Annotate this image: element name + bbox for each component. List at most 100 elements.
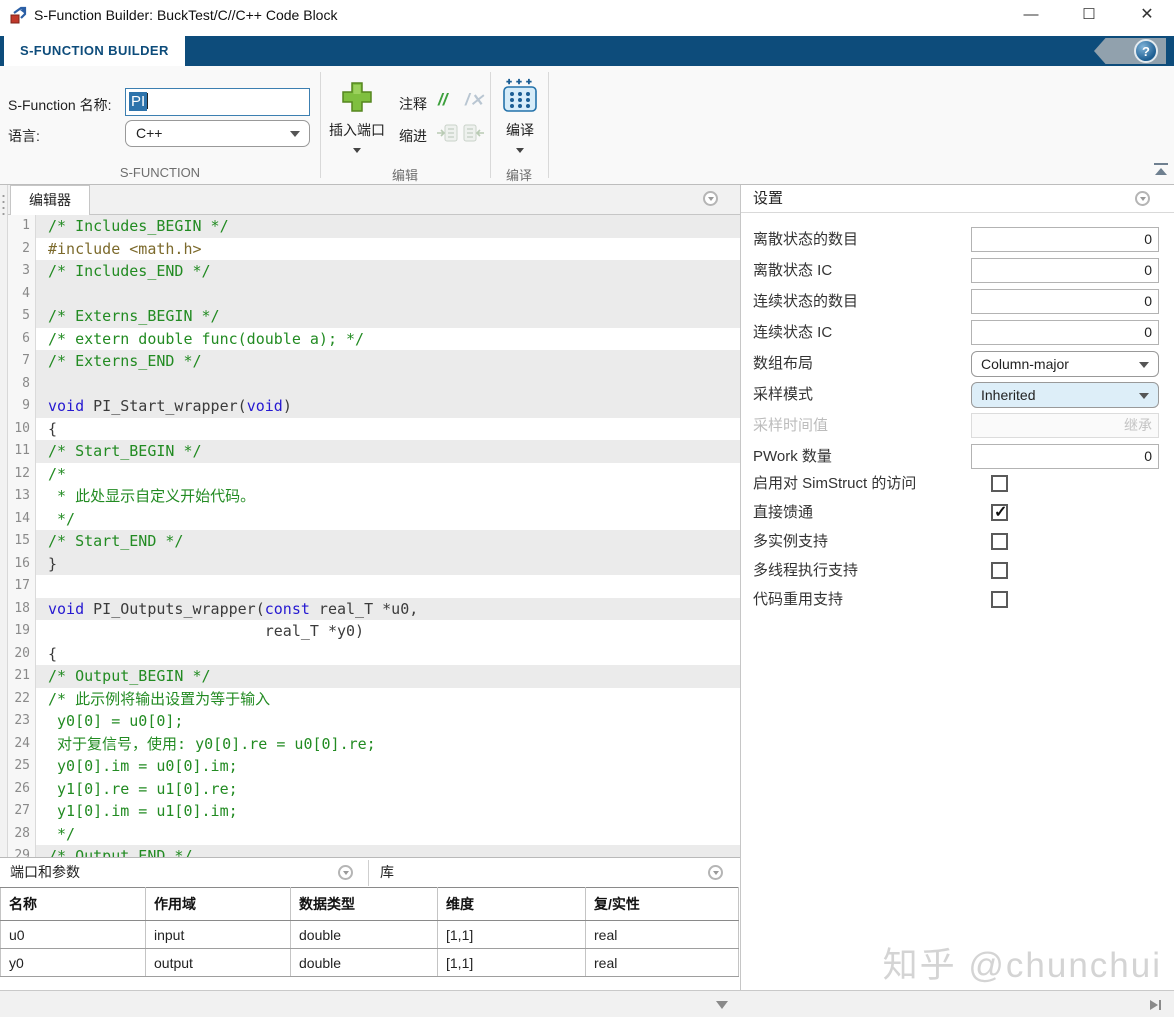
- table-cell[interactable]: u0: [1, 921, 146, 949]
- code-line[interactable]: 19 real_T *y0): [8, 620, 740, 643]
- code-line[interactable]: 22/* 此示例将输出设置为等于输入: [8, 688, 740, 711]
- collapse-settings-icon[interactable]: [1135, 191, 1150, 206]
- code-line[interactable]: 5/* Externs_BEGIN */: [8, 305, 740, 328]
- table-cell[interactable]: [1,1]: [438, 949, 586, 977]
- code-line[interactable]: 26 y1[0].re = u1[0].re;: [8, 778, 740, 801]
- table-cell[interactable]: real: [586, 949, 739, 977]
- table-column-header[interactable]: 数据类型: [291, 888, 438, 921]
- language-select[interactable]: C++: [125, 120, 310, 147]
- table-cell[interactable]: y0: [1, 949, 146, 977]
- setting-input[interactable]: 0: [971, 258, 1159, 283]
- code-line[interactable]: 4: [8, 283, 740, 306]
- setting-checkbox[interactable]: [991, 591, 1008, 608]
- collapse-library-icon[interactable]: [708, 865, 723, 880]
- setting-label: 连续状态的数目: [753, 289, 858, 314]
- table-column-header[interactable]: 名称: [1, 888, 146, 921]
- chevron-down-icon: [290, 131, 300, 137]
- table-column-header[interactable]: 维度: [438, 888, 586, 921]
- code-line[interactable]: 7/* Externs_END */: [8, 350, 740, 373]
- code-line[interactable]: 20{: [8, 643, 740, 666]
- scroll-down-icon[interactable]: [716, 1001, 728, 1009]
- setting-checkbox[interactable]: [991, 533, 1008, 550]
- panel-splitter[interactable]: [0, 185, 8, 857]
- code-line[interactable]: 15/* Start_END */: [8, 530, 740, 553]
- table-cell[interactable]: double: [291, 921, 438, 949]
- code-line[interactable]: 18void PI_Outputs_wrapper(const real_T *…: [8, 598, 740, 621]
- settings-row: PWork 数量0: [753, 444, 1167, 469]
- collapse-editor-icon[interactable]: [703, 191, 718, 206]
- table-column-header[interactable]: 复/实性: [586, 888, 739, 921]
- code-line[interactable]: 23 y0[0] = u0[0];: [8, 710, 740, 733]
- code-line[interactable]: 12/*: [8, 463, 740, 486]
- code-text: /* Includes_END */: [36, 260, 740, 283]
- code-line[interactable]: 1/* Includes_BEGIN */: [8, 215, 740, 238]
- line-number: 21: [8, 665, 36, 688]
- code-line[interactable]: 25 y0[0].im = u0[0].im;: [8, 755, 740, 778]
- comment-icon[interactable]: //: [438, 90, 447, 110]
- setting-label: 直接馈通: [753, 504, 813, 521]
- bottom-scroll-strip[interactable]: [0, 990, 1174, 1017]
- code-line[interactable]: 17: [8, 575, 740, 598]
- code-line[interactable]: 24 对于复信号，使用: y0[0].re = u0[0].re;: [8, 733, 740, 756]
- code-line[interactable]: 27 y1[0].im = u1[0].im;: [8, 800, 740, 823]
- comment-label: 注释: [399, 94, 427, 114]
- setting-input[interactable]: 0: [971, 227, 1159, 252]
- setting-select[interactable]: Column-major: [971, 351, 1159, 377]
- ports-table: 名称作用域数据类型维度复/实性 u0inputdouble[1,1]realy0…: [0, 887, 739, 977]
- minimize-button[interactable]: —: [1012, 0, 1050, 30]
- code-line[interactable]: 21/* Output_BEGIN */: [8, 665, 740, 688]
- language-value: C++: [136, 121, 162, 146]
- code-line[interactable]: 9void PI_Start_wrapper(void): [8, 395, 740, 418]
- tab-sfunction-builder[interactable]: S-FUNCTION BUILDER: [4, 36, 185, 66]
- code-line[interactable]: 29/* Output_END */: [8, 845, 740, 857]
- scroll-right-end-icon[interactable]: [1148, 999, 1164, 1011]
- code-line[interactable]: 11/* Start_BEGIN */: [8, 440, 740, 463]
- chevron-down-icon: [353, 148, 361, 153]
- insert-port-button[interactable]: 插入端口: [326, 76, 388, 172]
- line-number: 5: [8, 305, 36, 328]
- setting-label: 多实例支持: [753, 533, 828, 550]
- table-cell[interactable]: [1,1]: [438, 921, 586, 949]
- line-number: 14: [8, 508, 36, 531]
- help-button[interactable]: ?: [1134, 39, 1158, 63]
- close-button[interactable]: ✕: [1128, 0, 1166, 30]
- line-number: 4: [8, 283, 36, 306]
- build-button[interactable]: 编译: [494, 74, 546, 174]
- code-text: /* extern double func(double a); */: [36, 328, 740, 351]
- minimize-ribbon-icon[interactable]: [1152, 162, 1170, 178]
- code-line[interactable]: 13 * 此处显示自定义开始代码。: [8, 485, 740, 508]
- line-number: 27: [8, 800, 36, 823]
- table-column-header[interactable]: 作用域: [146, 888, 291, 921]
- code-text: /* Externs_END */: [36, 350, 740, 373]
- setting-input[interactable]: 0: [971, 444, 1159, 469]
- code-line[interactable]: 6/* extern double func(double a); */: [8, 328, 740, 351]
- collapse-ports-icon[interactable]: [338, 865, 353, 880]
- code-line[interactable]: 3/* Includes_END */: [8, 260, 740, 283]
- select-value: Column-major: [981, 352, 1069, 376]
- titlebar: S-Function Builder: BuckTest/C//C++ Code…: [0, 0, 1174, 30]
- table-row[interactable]: y0outputdouble[1,1]real: [1, 949, 739, 977]
- code-line[interactable]: 16}: [8, 553, 740, 576]
- setting-checkbox[interactable]: [991, 504, 1008, 521]
- code-editor[interactable]: 1/* Includes_BEGIN */2#include <math.h>3…: [8, 215, 740, 857]
- maximize-button[interactable]: ☐: [1070, 0, 1108, 30]
- code-line[interactable]: 10{: [8, 418, 740, 441]
- code-line[interactable]: 28 */: [8, 823, 740, 846]
- table-row[interactable]: u0inputdouble[1,1]real: [1, 921, 739, 949]
- setting-input[interactable]: 0: [971, 320, 1159, 345]
- tab-editor[interactable]: 编辑器: [10, 185, 90, 215]
- table-cell[interactable]: input: [146, 921, 291, 949]
- code-line[interactable]: 8: [8, 373, 740, 396]
- code-text: /*: [36, 463, 740, 486]
- code-line[interactable]: 14 */: [8, 508, 740, 531]
- setting-select[interactable]: Inherited: [971, 382, 1159, 408]
- code-line[interactable]: 2#include <math.h>: [8, 238, 740, 261]
- code-text: */: [36, 823, 740, 846]
- sfunction-name-input[interactable]: PI: [125, 88, 310, 116]
- setting-checkbox[interactable]: [991, 562, 1008, 579]
- setting-checkbox[interactable]: [991, 475, 1008, 492]
- table-cell[interactable]: double: [291, 949, 438, 977]
- table-cell[interactable]: output: [146, 949, 291, 977]
- setting-input[interactable]: 0: [971, 289, 1159, 314]
- table-cell[interactable]: real: [586, 921, 739, 949]
